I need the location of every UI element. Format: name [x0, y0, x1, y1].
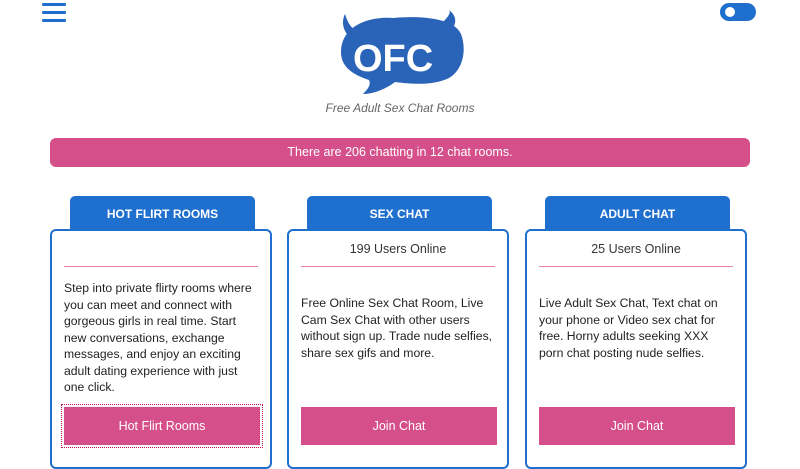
chat-count-banner: There are 206 chatting in 12 chat rooms.	[50, 138, 750, 167]
users-online: 25 Users Online	[591, 242, 681, 256]
hamburger-menu-icon[interactable]	[42, 3, 66, 23]
room-description: Step into private flirty rooms where you…	[64, 281, 252, 394]
join-chat-button-sex-chat[interactable]: Join Chat	[301, 407, 497, 445]
users-online: 199 Users Online	[349, 242, 447, 256]
theme-toggle[interactable]	[720, 3, 756, 21]
divider	[301, 266, 495, 267]
room-description: Free Online Sex Chat Room, Live Cam Sex …	[301, 296, 493, 360]
room-card-sex-chat: 199 Users Online Free Online Sex Chat Ro…	[287, 229, 509, 469]
tagline: Free Adult Sex Chat Rooms	[325, 101, 475, 115]
room-card-adult-chat: 25 Users Online Live Adult Sex Chat, Tex…	[525, 229, 747, 469]
hot-flirt-rooms-button[interactable]: Hot Flirt Rooms	[61, 404, 263, 448]
tab-sex-chat[interactable]: SEX CHAT	[307, 196, 492, 232]
join-chat-button-adult-chat[interactable]: Join Chat	[539, 407, 735, 445]
toggle-switch-icon	[725, 7, 735, 17]
divider	[64, 266, 258, 267]
tab-adult-chat[interactable]: ADULT CHAT	[545, 196, 730, 232]
divider	[539, 266, 733, 267]
tab-hot-flirt-rooms[interactable]: HOT FLIRT ROOMS	[70, 196, 255, 232]
room-description: Live Adult Sex Chat, Text chat on your p…	[539, 296, 718, 360]
room-card-hot-flirt: Step into private flirty rooms where you…	[50, 229, 272, 469]
site-logo[interactable]: OFC	[333, 8, 468, 98]
logo-text: OFC	[353, 38, 433, 80]
